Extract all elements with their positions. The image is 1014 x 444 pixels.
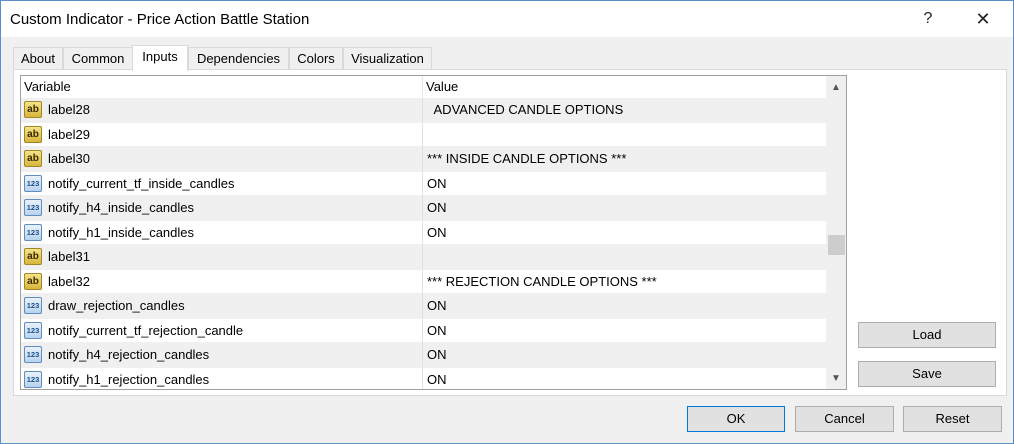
vertical-scrollbar[interactable]: ▲ ▼ xyxy=(826,76,846,389)
grid-row[interactable]: 123 draw_rejection_candles ON xyxy=(21,294,826,319)
tab-dependencies[interactable]: Dependencies xyxy=(188,47,289,69)
variable-cell[interactable]: 123 notify_h4_inside_candles xyxy=(21,196,423,220)
variable-name: notify_h1_rejection_candles xyxy=(48,371,210,387)
tab-inputs[interactable]: Inputs xyxy=(132,45,188,71)
save-button[interactable]: Save xyxy=(858,361,996,387)
grid-header: Variable Value xyxy=(21,76,826,99)
variable-cell[interactable]: ab label30 xyxy=(21,147,423,171)
grid-row[interactable]: 123 notify_current_tf_inside_candles ON xyxy=(21,171,826,196)
variable-cell[interactable]: ab label31 xyxy=(21,245,423,269)
numeric-type-icon: 123 xyxy=(24,346,42,363)
value-cell[interactable]: ON xyxy=(423,368,826,390)
tab-about[interactable]: About xyxy=(13,47,63,69)
variable-name: label30 xyxy=(48,151,90,166)
cancel-button[interactable]: Cancel xyxy=(795,406,894,432)
tab-colors[interactable]: Colors xyxy=(289,47,343,69)
grid-rows: ab label28 ADVANCED CANDLE OPTIONS ab label… xyxy=(21,98,826,390)
tab-visualization[interactable]: Visualization xyxy=(343,47,432,69)
grid-row[interactable]: ab label29 xyxy=(21,122,826,147)
variable-name: notify_current_tf_inside_candles xyxy=(48,175,235,191)
tab-common[interactable]: Common xyxy=(63,47,133,69)
variable-cell[interactable]: 123 notify_current_tf_inside_candles xyxy=(21,171,423,196)
variable-cell[interactable]: 123 notify_h1_rejection_candles xyxy=(21,367,423,389)
string-type-icon: ab xyxy=(24,150,42,167)
variable-name: notify_h1_inside_candles xyxy=(48,224,194,240)
load-button[interactable]: Load xyxy=(858,322,996,348)
dialog-window: Custom Indicator - Price Action Battle S… xyxy=(0,0,1014,444)
value-cell[interactable]: *** INSIDE CANDLE OPTIONS *** xyxy=(423,147,826,171)
grid-row[interactable]: ab label31 xyxy=(21,245,826,270)
numeric-type-icon: 123 xyxy=(24,174,42,192)
value-cell[interactable]: ON xyxy=(423,319,826,343)
variable-cell[interactable]: 123 notify_h1_inside_candles xyxy=(21,220,423,245)
value-cell[interactable]: ON xyxy=(423,221,826,245)
inputs-grid[interactable]: Variable Value ab label28 ADVANCED CANDLE… xyxy=(20,75,847,390)
reset-button[interactable]: Reset xyxy=(903,406,1002,432)
grid-row[interactable]: ab label30 *** INSIDE CANDLE OPTIONS *** xyxy=(21,147,826,172)
column-header-variable[interactable]: Variable xyxy=(21,76,423,98)
variable-name: label31 xyxy=(48,249,90,264)
value-cell[interactable]: ON xyxy=(423,172,826,196)
title-bar[interactable]: Custom Indicator - Price Action Battle S… xyxy=(1,1,1013,37)
numeric-type-icon: 123 xyxy=(24,223,42,241)
string-type-icon: ab xyxy=(24,248,42,265)
grid-row[interactable]: 123 notify_h4_rejection_candles ON xyxy=(21,343,826,368)
variable-cell[interactable]: ab label29 xyxy=(21,122,423,147)
variable-cell[interactable]: 123 notify_current_tf_rejection_candle xyxy=(21,318,423,343)
value-cell[interactable]: ON xyxy=(423,343,826,367)
variable-name: notify_current_tf_rejection_candle xyxy=(48,322,244,338)
string-type-icon: ab xyxy=(24,101,42,118)
value-cell[interactable]: *** REJECTION CANDLE OPTIONS *** xyxy=(423,270,826,294)
grid-row[interactable]: ab label32 *** REJECTION CANDLE OPTIONS **… xyxy=(21,269,826,294)
numeric-type-icon: 123 xyxy=(24,199,42,216)
grid-row[interactable]: 123 notify_h1_inside_candles ON xyxy=(21,220,826,245)
variable-cell[interactable]: 123 notify_h4_rejection_candles xyxy=(21,343,423,367)
numeric-type-icon: 123 xyxy=(24,321,42,339)
value-cell[interactable] xyxy=(423,123,826,147)
numeric-type-icon: 123 xyxy=(24,370,42,388)
variable-cell[interactable]: ab label32 xyxy=(21,269,423,294)
column-header-value[interactable]: Value xyxy=(423,76,826,98)
scroll-thumb[interactable] xyxy=(828,235,845,255)
grid-row[interactable]: 123 notify_current_tf_rejection_candle ON xyxy=(21,318,826,343)
value-cell[interactable]: ON xyxy=(423,294,826,318)
scroll-down-icon[interactable]: ▼ xyxy=(826,369,846,387)
value-cell[interactable]: ON xyxy=(423,196,826,220)
window-title: Custom Indicator - Price Action Battle S… xyxy=(10,11,310,28)
scroll-up-icon[interactable]: ▲ xyxy=(826,78,846,96)
grid-row[interactable]: 123 notify_h1_rejection_candles ON xyxy=(21,367,826,390)
value-cell[interactable]: ADVANCED CANDLE OPTIONS xyxy=(423,98,826,122)
variable-cell[interactable]: 123 draw_rejection_candles xyxy=(21,294,423,318)
grid-row[interactable]: 123 notify_h4_inside_candles ON xyxy=(21,196,826,221)
string-type-icon: ab xyxy=(24,272,42,290)
variable-name: label32 xyxy=(48,273,90,289)
numeric-type-icon: 123 xyxy=(24,297,42,314)
value-cell[interactable] xyxy=(423,245,826,269)
help-button[interactable]: ? xyxy=(908,5,948,33)
variable-name: notify_h4_rejection_candles xyxy=(48,347,210,362)
variable-cell[interactable]: ab label28 xyxy=(21,98,423,122)
close-button[interactable]: ✕ xyxy=(963,5,1003,33)
variable-name: label29 xyxy=(48,126,90,142)
grid-row[interactable]: ab label28 ADVANCED CANDLE OPTIONS xyxy=(21,98,826,123)
variable-name: notify_h4_inside_candles xyxy=(48,200,194,215)
variable-name: draw_rejection_candles xyxy=(48,298,185,313)
string-type-icon: ab xyxy=(24,125,42,143)
variable-name: label28 xyxy=(48,102,90,117)
ok-button[interactable]: OK xyxy=(687,406,785,432)
